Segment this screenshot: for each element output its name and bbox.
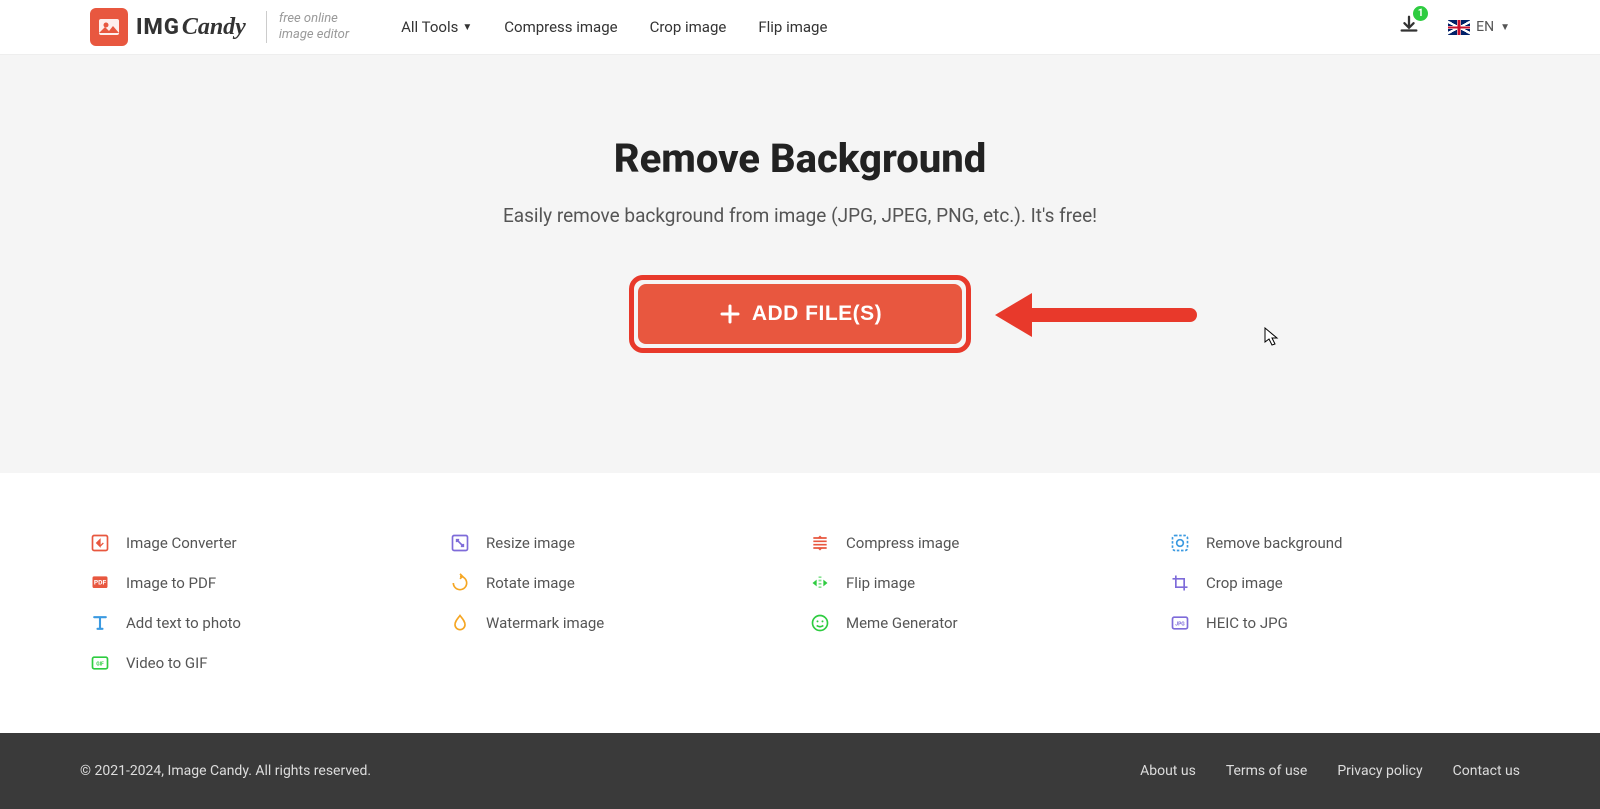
crop-icon <box>1170 573 1190 593</box>
copyright: © 2021-2024, Image Candy. All rights res… <box>80 763 371 779</box>
chevron-down-icon: ▼ <box>462 22 472 33</box>
tool-label: Video to GIF <box>126 654 208 672</box>
add-file-highlight: ADD FILE(S) <box>629 275 971 353</box>
tool-crop[interactable]: Crop image <box>1170 573 1510 593</box>
footer-about[interactable]: About us <box>1140 763 1196 779</box>
convert-icon <box>90 533 110 553</box>
watermark-icon <box>450 613 470 633</box>
tool-pdf[interactable]: PDF Image to PDF <box>90 573 430 593</box>
flip-icon <box>810 573 830 593</box>
tool-gif[interactable]: GIF Video to GIF <box>90 653 430 673</box>
meme-icon <box>810 613 830 633</box>
cursor-icon <box>1264 327 1280 347</box>
tool-watermark[interactable]: Watermark image <box>450 613 790 633</box>
flag-uk-icon <box>1448 20 1470 35</box>
tools-section: Image Converter Resize image Compress imag… <box>0 473 1600 733</box>
tool-convert[interactable]: Image Converter <box>90 533 430 553</box>
logo-icon <box>90 8 128 46</box>
hero: Remove Background Easily remove backgrou… <box>0 55 1600 473</box>
download-indicator[interactable]: 1 <box>1398 14 1420 40</box>
tool-label: Flip image <box>846 574 915 592</box>
nav-crop[interactable]: Crop image <box>650 18 727 36</box>
tool-text[interactable]: Add text to photo <box>90 613 430 633</box>
chevron-down-icon: ▼ <box>1500 22 1510 33</box>
tool-flip[interactable]: Flip image <box>810 573 1150 593</box>
logo-text-img: IMG <box>136 15 180 40</box>
logo-tagline: free online image editor <box>266 11 349 42</box>
logo[interactable]: IMG Candy free online image editor <box>90 8 349 46</box>
svg-text:GIF: GIF <box>96 662 104 668</box>
tool-label: Resize image <box>486 534 575 552</box>
tool-compress[interactable]: Compress image <box>810 533 1150 553</box>
gif-icon: GIF <box>90 653 110 673</box>
tool-label: Image Converter <box>126 534 237 552</box>
footer-privacy[interactable]: Privacy policy <box>1337 763 1422 779</box>
tool-label: Image to PDF <box>126 574 216 592</box>
tool-heic[interactable]: JPG HEIC to JPG <box>1170 613 1510 633</box>
page-subtitle: Easily remove background from image (JPG… <box>0 204 1600 227</box>
tool-label: Compress image <box>846 534 959 552</box>
lang-label: EN <box>1476 19 1494 35</box>
nav-all-tools[interactable]: All Tools ▼ <box>401 18 472 36</box>
footer-terms[interactable]: Terms of use <box>1226 763 1308 779</box>
add-file-button[interactable]: ADD FILE(S) <box>638 284 962 344</box>
footer: © 2021-2024, Image Candy. All rights res… <box>0 733 1600 809</box>
tool-label: HEIC to JPG <box>1206 614 1288 632</box>
language-selector[interactable]: EN ▼ <box>1448 19 1510 35</box>
tool-rotate[interactable]: Rotate image <box>450 573 790 593</box>
download-badge: 1 <box>1413 6 1428 21</box>
resize-icon <box>450 533 470 553</box>
logo-text-candy: Candy <box>182 14 246 41</box>
rotate-icon <box>450 573 470 593</box>
plus-icon <box>718 302 742 326</box>
text-icon <box>90 613 110 633</box>
nav-flip[interactable]: Flip image <box>758 18 827 36</box>
tool-label: Rotate image <box>486 574 575 592</box>
removebg-icon <box>1170 533 1190 553</box>
tool-meme[interactable]: Meme Generator <box>810 613 1150 633</box>
svg-text:PDF: PDF <box>94 579 107 587</box>
header: IMG Candy free online image editor All T… <box>0 0 1600 55</box>
nav-compress[interactable]: Compress image <box>504 18 617 36</box>
tool-resize[interactable]: Resize image <box>450 533 790 553</box>
tool-label: Crop image <box>1206 574 1283 592</box>
heic-icon: JPG <box>1170 613 1190 633</box>
page-title: Remove Background <box>0 135 1600 182</box>
svg-text:JPG: JPG <box>1175 622 1185 628</box>
tool-removebg[interactable]: Remove background <box>1170 533 1510 553</box>
pdf-icon: PDF <box>90 573 110 593</box>
tool-label: Meme Generator <box>846 614 958 632</box>
tool-label: Add text to photo <box>126 614 241 632</box>
tool-label: Remove background <box>1206 534 1342 552</box>
footer-contact[interactable]: Contact us <box>1453 763 1520 779</box>
tool-label: Watermark image <box>486 614 604 632</box>
nav: All Tools ▼ Compress image Crop image Fl… <box>401 18 827 36</box>
compress-icon <box>810 533 830 553</box>
annotation-arrow <box>990 285 1200 345</box>
